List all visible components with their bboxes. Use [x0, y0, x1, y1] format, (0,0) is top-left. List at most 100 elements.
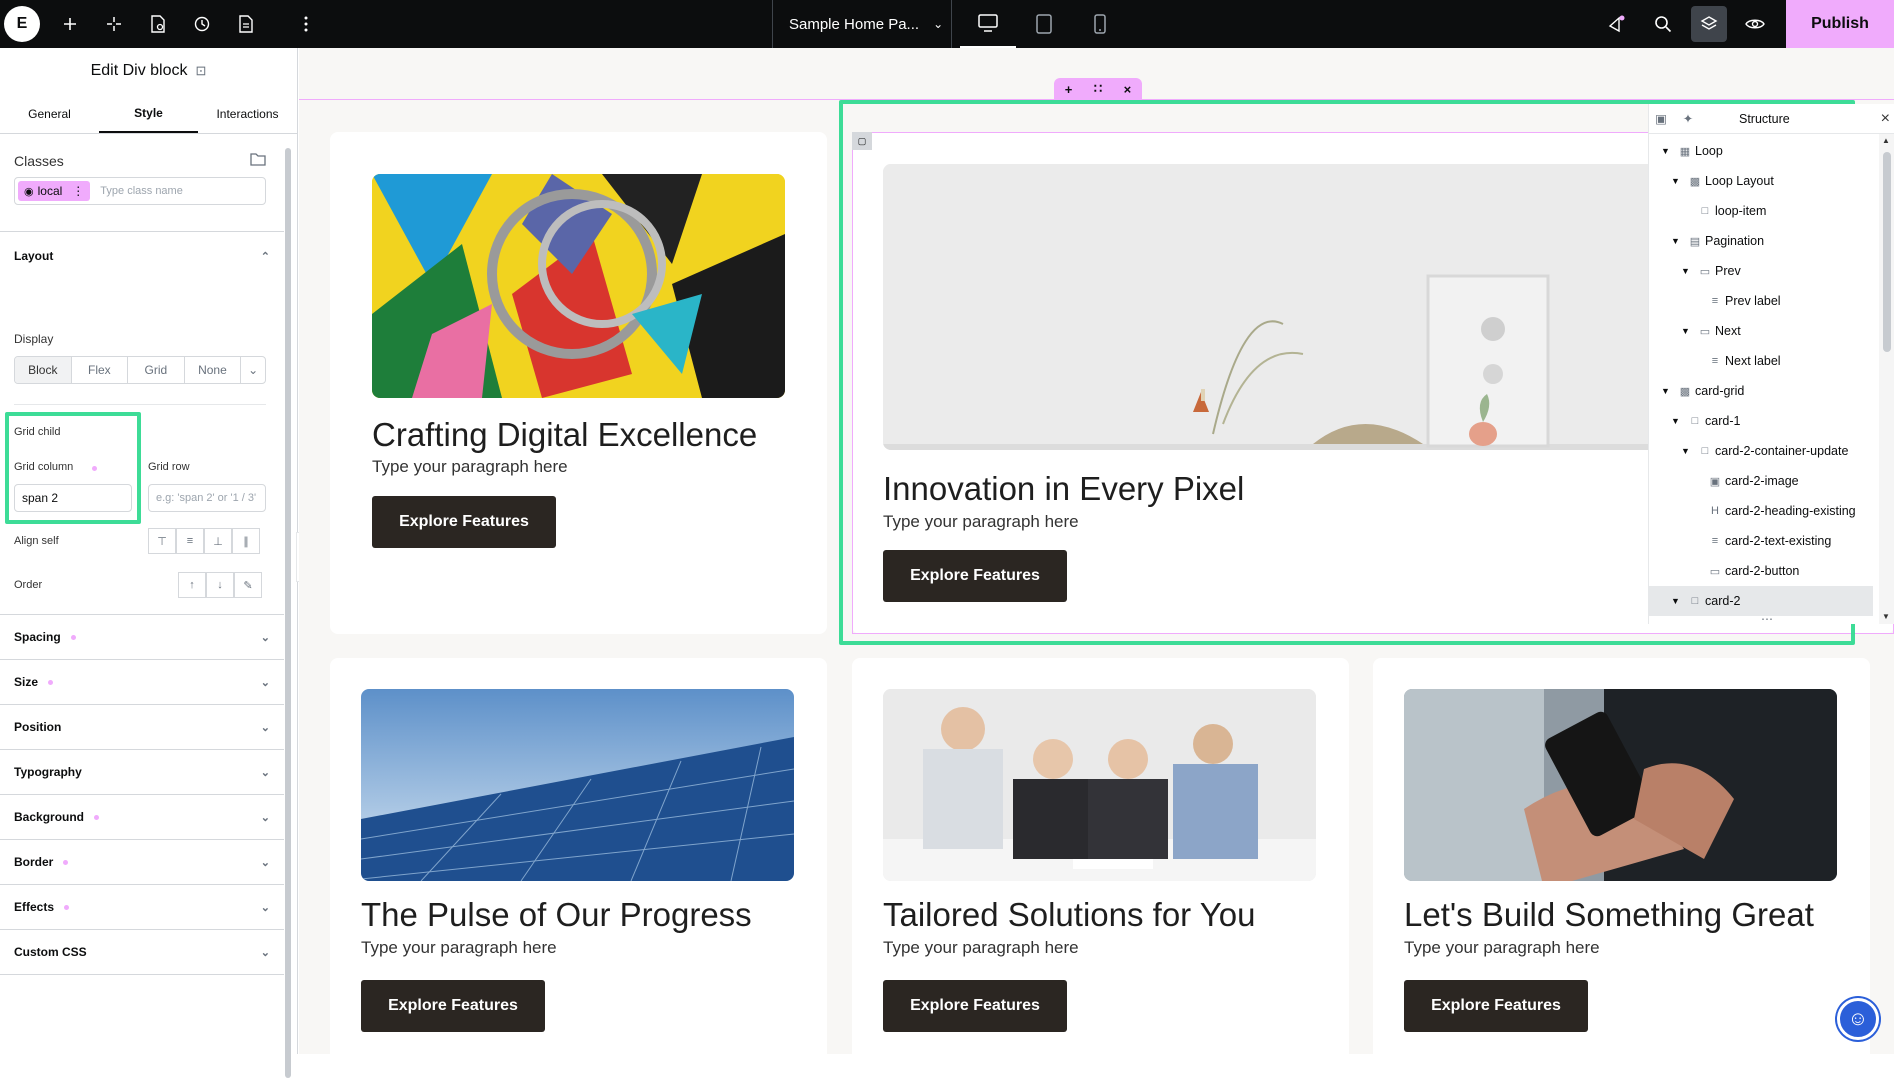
tree-item-card-1[interactable]: ▼ □ card-1 [1649, 406, 1873, 436]
tree-item-next-label[interactable]: ≡ Next label [1649, 346, 1873, 376]
desktop-icon[interactable] [960, 0, 1016, 48]
card-title[interactable]: Crafting Digital Excellence [372, 416, 757, 454]
add-icon[interactable]: + [1065, 82, 1073, 97]
chevron-down-icon: ⌄ [933, 17, 944, 31]
grid-icon[interactable]: ⊡ [196, 63, 207, 79]
arrow-up-icon[interactable]: ↑ [178, 572, 206, 598]
pagination-icon: ▤ [1689, 235, 1701, 248]
display-block-option[interactable]: Block [15, 357, 72, 383]
align-end-icon[interactable]: ⊥ [204, 528, 232, 554]
spacing-section[interactable]: Spacing ⌄ [0, 615, 284, 660]
tree-item-prev[interactable]: ▼ ▭ Prev [1649, 256, 1873, 286]
effects-section[interactable]: Effects ⌄ [0, 885, 284, 930]
position-section[interactable]: Position ⌄ [0, 705, 284, 750]
tree-item-next[interactable]: ▼ ▭ Next [1649, 316, 1873, 346]
tab-style[interactable]: Style [99, 94, 198, 133]
loop-icon: ▦ [1679, 145, 1691, 158]
card-text[interactable]: Type your paragraph here [361, 938, 557, 958]
structure-scrollbar-thumb[interactable] [1883, 152, 1891, 352]
background-section[interactable]: Background ⌄ [0, 795, 284, 840]
class-chip[interactable]: ◉ local ⋮ [18, 181, 91, 201]
class-input[interactable]: ◉ local ⋮ Type class name [14, 177, 266, 205]
align-stretch-icon[interactable]: ∥ [232, 528, 260, 554]
explore-features-button[interactable]: Explore Features [361, 980, 545, 1032]
card-title[interactable]: Tailored Solutions for You [883, 896, 1255, 934]
notifications-icon[interactable] [1594, 0, 1640, 48]
document-icon[interactable] [224, 0, 268, 48]
search-icon[interactable] [1640, 0, 1686, 48]
scroll-down-icon[interactable]: ▼ [1882, 612, 1890, 621]
card-title[interactable]: Let's Build Something Great [1404, 896, 1814, 934]
text-icon: ≡ [1711, 295, 1719, 307]
tree-item-loop-layout[interactable]: ▼ ▩ Loop Layout [1649, 166, 1873, 196]
panel-scrollbar[interactable] [285, 148, 291, 1078]
layers-icon[interactable] [1691, 6, 1727, 42]
custom-css-section[interactable]: Custom CSS ⌄ [0, 930, 284, 975]
tablet-icon[interactable] [1016, 0, 1072, 48]
card-text[interactable]: Type your paragraph here [372, 457, 568, 477]
preview-eye-icon[interactable] [1732, 0, 1778, 48]
structure-scroll-track[interactable]: ▲ ▼ [1879, 134, 1894, 624]
expand-icon[interactable]: ▣ [1649, 111, 1673, 126]
align-start-icon[interactable]: ⊤ [148, 528, 176, 554]
mobile-icon[interactable] [1072, 0, 1128, 48]
tree-item-card-grid[interactable]: ▼ ▩ card-grid [1649, 376, 1873, 406]
tree-item-pagination[interactable]: ▼ ▤ Pagination [1649, 226, 1873, 256]
tree-item-card-2-button[interactable]: ▭ card-2-button [1649, 556, 1873, 586]
sparkle-icon[interactable] [92, 0, 136, 48]
close-icon[interactable]: × [1881, 110, 1890, 128]
scroll-up-icon[interactable]: ▲ [1882, 136, 1890, 145]
publish-button[interactable]: Publish [1786, 0, 1894, 48]
page-selector[interactable]: Sample Home Pa... ⌄ [772, 0, 952, 48]
page-settings-icon[interactable] [136, 0, 180, 48]
layout-section-header[interactable]: Layout ⌃ [14, 236, 270, 276]
history-icon[interactable] [180, 0, 224, 48]
align-center-icon[interactable]: ≡ [176, 528, 204, 554]
explore-features-button[interactable]: Explore Features [883, 980, 1067, 1032]
tab-general[interactable]: General [0, 94, 99, 133]
add-icon[interactable] [48, 0, 92, 48]
chevron-down-icon[interactable]: ⌄ [241, 357, 265, 383]
accessibility-icon[interactable]: ☺ [1837, 998, 1879, 1040]
typography-section[interactable]: Typography ⌄ [0, 750, 284, 795]
card-text[interactable]: Type your paragraph here [883, 938, 1079, 958]
tab-interactions[interactable]: Interactions [198, 94, 297, 133]
card-text[interactable]: Type your paragraph here [1404, 938, 1600, 958]
align-self-controls: ⊤ ≡ ⊥ ∥ [148, 528, 260, 554]
folder-icon[interactable] [250, 152, 266, 169]
tree-item-loop[interactable]: ▼ ▦ Loop [1649, 136, 1873, 166]
tree-item-card-2-container[interactable]: ▼ □ card-2-container-update [1649, 436, 1873, 466]
tree-item-label: card-2-container-update [1715, 444, 1849, 458]
tree-item-card-2-heading[interactable]: Hcard-2-heading-existing [1649, 496, 1873, 526]
size-section[interactable]: Size ⌄ [0, 660, 284, 705]
image-icon: ▣ [1709, 475, 1721, 488]
border-section[interactable]: Border ⌄ [0, 840, 284, 885]
arrow-down-icon[interactable]: ↓ [206, 572, 234, 598]
display-flex-option[interactable]: Flex [72, 357, 129, 383]
tree-item-loop-item[interactable]: □ loop-item [1649, 196, 1873, 226]
caret-down-icon: ▼ [1671, 596, 1680, 606]
card-title[interactable]: The Pulse of Our Progress [361, 896, 752, 934]
abstract-art-image [372, 174, 785, 398]
button-icon: ▭ [1699, 265, 1711, 278]
pencil-icon[interactable]: ✎ [234, 572, 262, 598]
tree-item-label: card-2-heading-existing [1725, 504, 1856, 518]
explore-features-button[interactable]: Explore Features [372, 496, 556, 548]
tree-item-prev-label[interactable]: ≡ Prev label [1649, 286, 1873, 316]
tree-item-card-2-image[interactable]: ▣ card-2-image [1649, 466, 1873, 496]
grid-row-input[interactable]: e.g: 'span 2' or '1 / 3' [148, 484, 266, 512]
tree-item-card-2-text[interactable]: ≡ card-2-text-existing [1649, 526, 1873, 556]
more-icon[interactable] [284, 0, 328, 48]
explore-features-button[interactable]: Explore Features [1404, 980, 1588, 1032]
sparkle-icon[interactable]: ✦ [1673, 111, 1703, 126]
caret-down-icon: ▼ [1681, 326, 1690, 336]
tree-item-label: card-2 [1705, 594, 1741, 608]
chip-menu-icon[interactable]: ⋮ [72, 184, 84, 198]
display-grid-option[interactable]: Grid [128, 357, 185, 383]
elementor-logo[interactable]: E [4, 6, 40, 42]
close-icon[interactable]: × [1124, 82, 1132, 97]
smartphone-hands-image [1404, 689, 1837, 881]
display-none-option[interactable]: None [185, 357, 242, 383]
more-icon[interactable]: ⋯ [1761, 612, 1773, 626]
drag-handle-icon[interactable]: ∷ [1094, 81, 1102, 97]
